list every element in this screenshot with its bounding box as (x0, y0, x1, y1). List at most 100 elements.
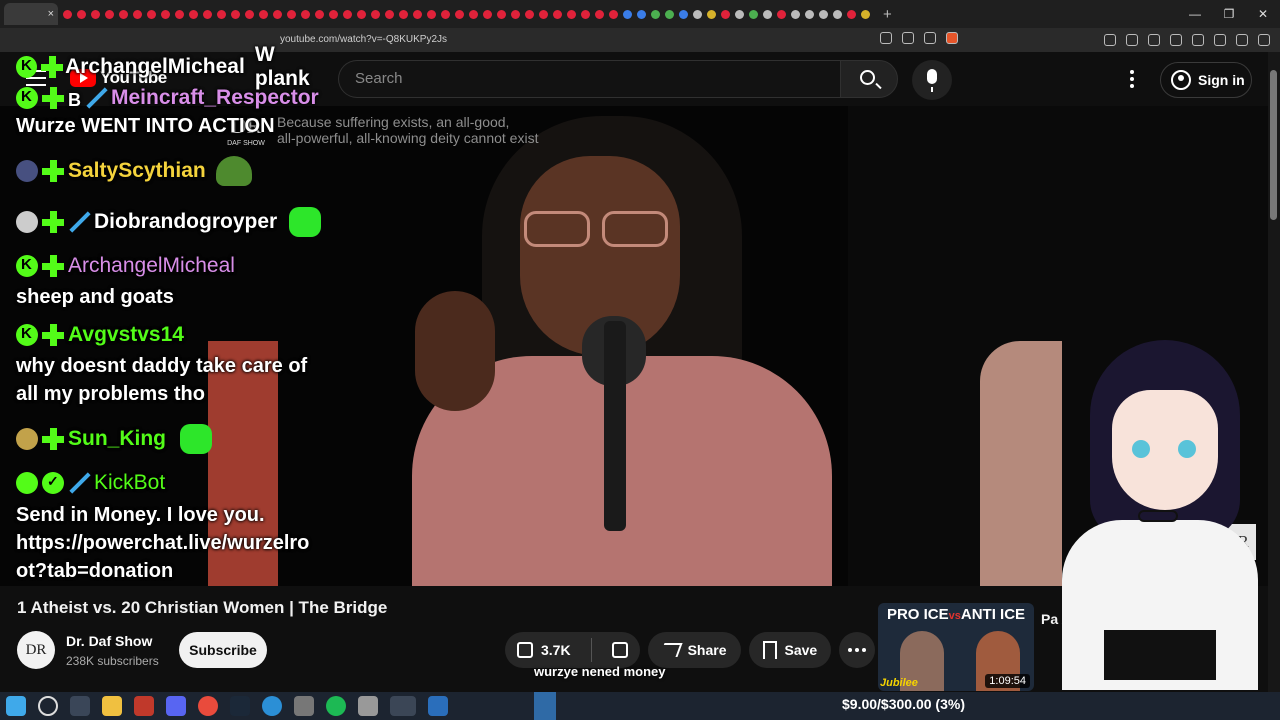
search-input[interactable]: Search (338, 60, 840, 98)
browser-menu-icon[interactable] (1258, 34, 1270, 46)
file-explorer-icon[interactable] (102, 696, 122, 716)
tab[interactable] (259, 9, 268, 19)
app-icon[interactable] (294, 696, 314, 716)
edge-icon[interactable] (262, 696, 282, 716)
tab[interactable] (175, 9, 184, 19)
tab[interactable] (847, 9, 856, 19)
discord-icon[interactable] (166, 696, 186, 716)
save-button[interactable]: Save (748, 632, 832, 668)
channel-avatar[interactable]: DR (17, 631, 55, 669)
more-actions-button[interactable] (839, 632, 876, 668)
tab[interactable] (245, 9, 254, 19)
tab[interactable] (63, 9, 72, 19)
steam-icon[interactable] (230, 696, 250, 716)
extension-icon[interactable] (1104, 34, 1116, 46)
tab[interactable] (721, 9, 730, 19)
tab[interactable] (343, 9, 352, 19)
tab[interactable] (91, 9, 100, 19)
tab[interactable] (679, 9, 688, 19)
tab[interactable] (441, 9, 450, 19)
tab[interactable] (651, 9, 660, 19)
tab[interactable] (735, 9, 744, 19)
tab[interactable] (119, 9, 128, 19)
tab-close-icon[interactable]: × (48, 8, 54, 20)
tab[interactable] (693, 9, 702, 19)
dislike-button[interactable] (600, 632, 640, 668)
tab[interactable] (301, 9, 310, 19)
tab[interactable] (371, 9, 380, 19)
channel-name[interactable]: Dr. Daf Show (66, 633, 152, 649)
tab[interactable] (539, 9, 548, 19)
extension-icon[interactable] (1126, 34, 1138, 46)
tab[interactable] (105, 9, 114, 19)
close-window-button[interactable]: ✕ (1246, 0, 1280, 28)
tab[interactable] (413, 9, 422, 19)
brave-taskbar-icon[interactable] (390, 696, 416, 716)
tab[interactable] (595, 9, 604, 19)
tab[interactable] (133, 9, 142, 19)
tab[interactable] (763, 9, 772, 19)
pip-icon[interactable] (880, 32, 892, 44)
tab[interactable] (525, 9, 534, 19)
tab[interactable] (637, 9, 646, 19)
tab[interactable] (833, 9, 842, 19)
tab[interactable] (805, 9, 814, 19)
tab[interactable] (511, 9, 520, 19)
voice-search-button[interactable] (912, 60, 952, 100)
tab[interactable] (707, 9, 716, 19)
search-button[interactable] (840, 60, 898, 98)
tab[interactable] (217, 9, 226, 19)
app-icon[interactable] (358, 696, 378, 716)
tab[interactable] (861, 9, 870, 19)
tab[interactable] (777, 9, 786, 19)
zoom-icon[interactable] (902, 32, 914, 44)
tab[interactable] (469, 9, 478, 19)
tab[interactable] (147, 9, 156, 19)
sidebar-icon[interactable] (1170, 34, 1182, 46)
settings-menu-icon[interactable] (1130, 70, 1136, 91)
tab-active[interactable]: × (4, 3, 58, 25)
tab[interactable] (581, 9, 590, 19)
leo-icon[interactable] (1214, 34, 1226, 46)
chrome-icon[interactable] (198, 696, 218, 716)
brave-shields-icon[interactable] (946, 32, 958, 44)
subscribe-button[interactable]: Subscribe (179, 632, 267, 668)
spotify-icon[interactable] (326, 696, 346, 716)
tab[interactable] (497, 9, 506, 19)
tab[interactable] (791, 9, 800, 19)
tab[interactable] (357, 9, 366, 19)
windows-start-icon[interactable] (6, 696, 26, 716)
wallet-icon[interactable] (1192, 34, 1204, 46)
tab[interactable] (455, 9, 464, 19)
tab[interactable] (427, 9, 436, 19)
recommended-video-thumbnail[interactable]: PRO ICEvsANTI ICE Jubilee 1:09:54 (878, 603, 1034, 691)
maximize-button[interactable]: ❐ (1212, 0, 1246, 28)
scrollbar-thumb[interactable] (1270, 70, 1277, 220)
task-view-icon[interactable] (70, 696, 90, 716)
tab[interactable] (203, 9, 212, 19)
tab[interactable] (553, 9, 562, 19)
tab[interactable] (399, 9, 408, 19)
media-icon[interactable] (1148, 34, 1160, 46)
tab[interactable] (287, 9, 296, 19)
tab[interactable] (385, 9, 394, 19)
tab[interactable] (161, 9, 170, 19)
minimize-button[interactable]: — (1178, 0, 1212, 28)
tab[interactable] (189, 9, 198, 19)
tab[interactable] (273, 9, 282, 19)
search-icon[interactable] (38, 696, 58, 716)
tab[interactable] (77, 9, 86, 19)
tab[interactable] (329, 9, 338, 19)
vtube-studio-icon[interactable] (428, 696, 448, 716)
app-icon[interactable] (134, 696, 154, 716)
tab[interactable] (483, 9, 492, 19)
new-tab-button[interactable]: + (883, 6, 892, 23)
tab[interactable] (819, 9, 828, 19)
tab[interactable] (749, 9, 758, 19)
sign-in-button[interactable]: Sign in (1160, 62, 1252, 98)
share-button[interactable]: Share (647, 632, 741, 668)
page-scrollbar[interactable] (1268, 52, 1280, 692)
tab[interactable] (315, 9, 324, 19)
tab[interactable] (665, 9, 674, 19)
vpn-icon[interactable] (1236, 34, 1248, 46)
